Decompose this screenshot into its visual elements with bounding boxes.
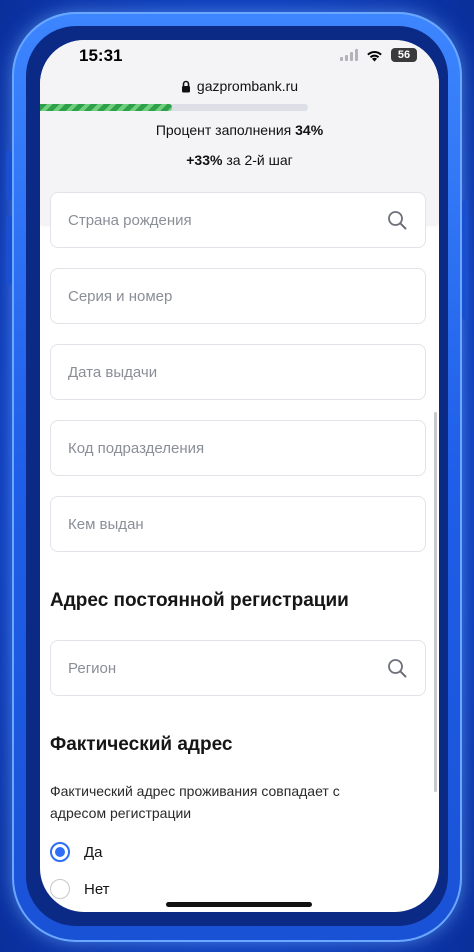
region-field[interactable]: Регион (50, 640, 426, 696)
progress-percent-value: 34% (295, 122, 324, 138)
progress-bar (40, 104, 308, 111)
url-bar[interactable]: gazprombank.ru (40, 74, 439, 104)
status-bar: 15:31 56 (40, 40, 439, 74)
passport-series-number-label: Серия и номер (68, 288, 173, 305)
search-icon[interactable] (387, 210, 407, 230)
progress-bar-fill (40, 104, 173, 111)
radio-selected-icon[interactable] (50, 842, 70, 862)
radio-unselected-icon[interactable] (50, 879, 70, 899)
department-code-label: Код подразделения (68, 440, 205, 457)
lock-icon (181, 80, 190, 92)
progress-step-gain: +33% (186, 152, 223, 168)
status-time: 15:31 (79, 46, 123, 65)
phone-side-button (462, 200, 468, 320)
department-code-field[interactable]: Код подразделения (50, 420, 426, 476)
home-indicator[interactable] (166, 902, 312, 907)
actual-address-title: Фактический адрес (50, 734, 233, 755)
phone-side-button (6, 215, 12, 285)
issue-date-label: Дата выдачи (68, 364, 158, 381)
actual-address-question: Фактический адрес проживания совпадает с… (50, 783, 340, 821)
region-label: Регион (68, 660, 117, 677)
progress-percent-line: Процент заполнения 34% (40, 122, 439, 138)
search-icon[interactable] (387, 658, 407, 678)
issued-by-field[interactable]: Кем выдан (50, 496, 426, 552)
signal-icon (340, 49, 358, 61)
issue-date-field[interactable]: Дата выдачи (50, 344, 426, 400)
progress-step-label: за 2-й шаг (222, 152, 293, 168)
url-text: gazprombank.ru (196, 78, 299, 94)
registration-address-title: Адрес постоянной регистрации (50, 590, 349, 611)
battery-icon: 56 (391, 48, 417, 62)
radio-option-no[interactable]: Нет (50, 879, 110, 899)
status-icons: 56 (340, 48, 417, 62)
radio-option-yes[interactable]: Да (50, 842, 103, 862)
phone-side-button (6, 150, 12, 200)
progress-step-line: +33% за 2-й шаг (40, 152, 439, 168)
radio-option-no-label: Нет (84, 880, 110, 898)
progress-percent-label: Процент заполнения (155, 122, 296, 138)
wifi-icon (367, 50, 382, 61)
issued-by-label: Кем выдан (68, 516, 144, 533)
birth-country-field[interactable]: Страна рождения (50, 192, 426, 248)
scrollbar[interactable] (434, 412, 437, 792)
passport-series-number-field[interactable]: Серия и номер (50, 268, 426, 324)
phone-screen: 15:31 56 gazprombank.ru Процент заполнен… (40, 40, 439, 912)
birth-country-label: Страна рождения (68, 212, 192, 229)
radio-option-yes-label: Да (84, 843, 103, 861)
